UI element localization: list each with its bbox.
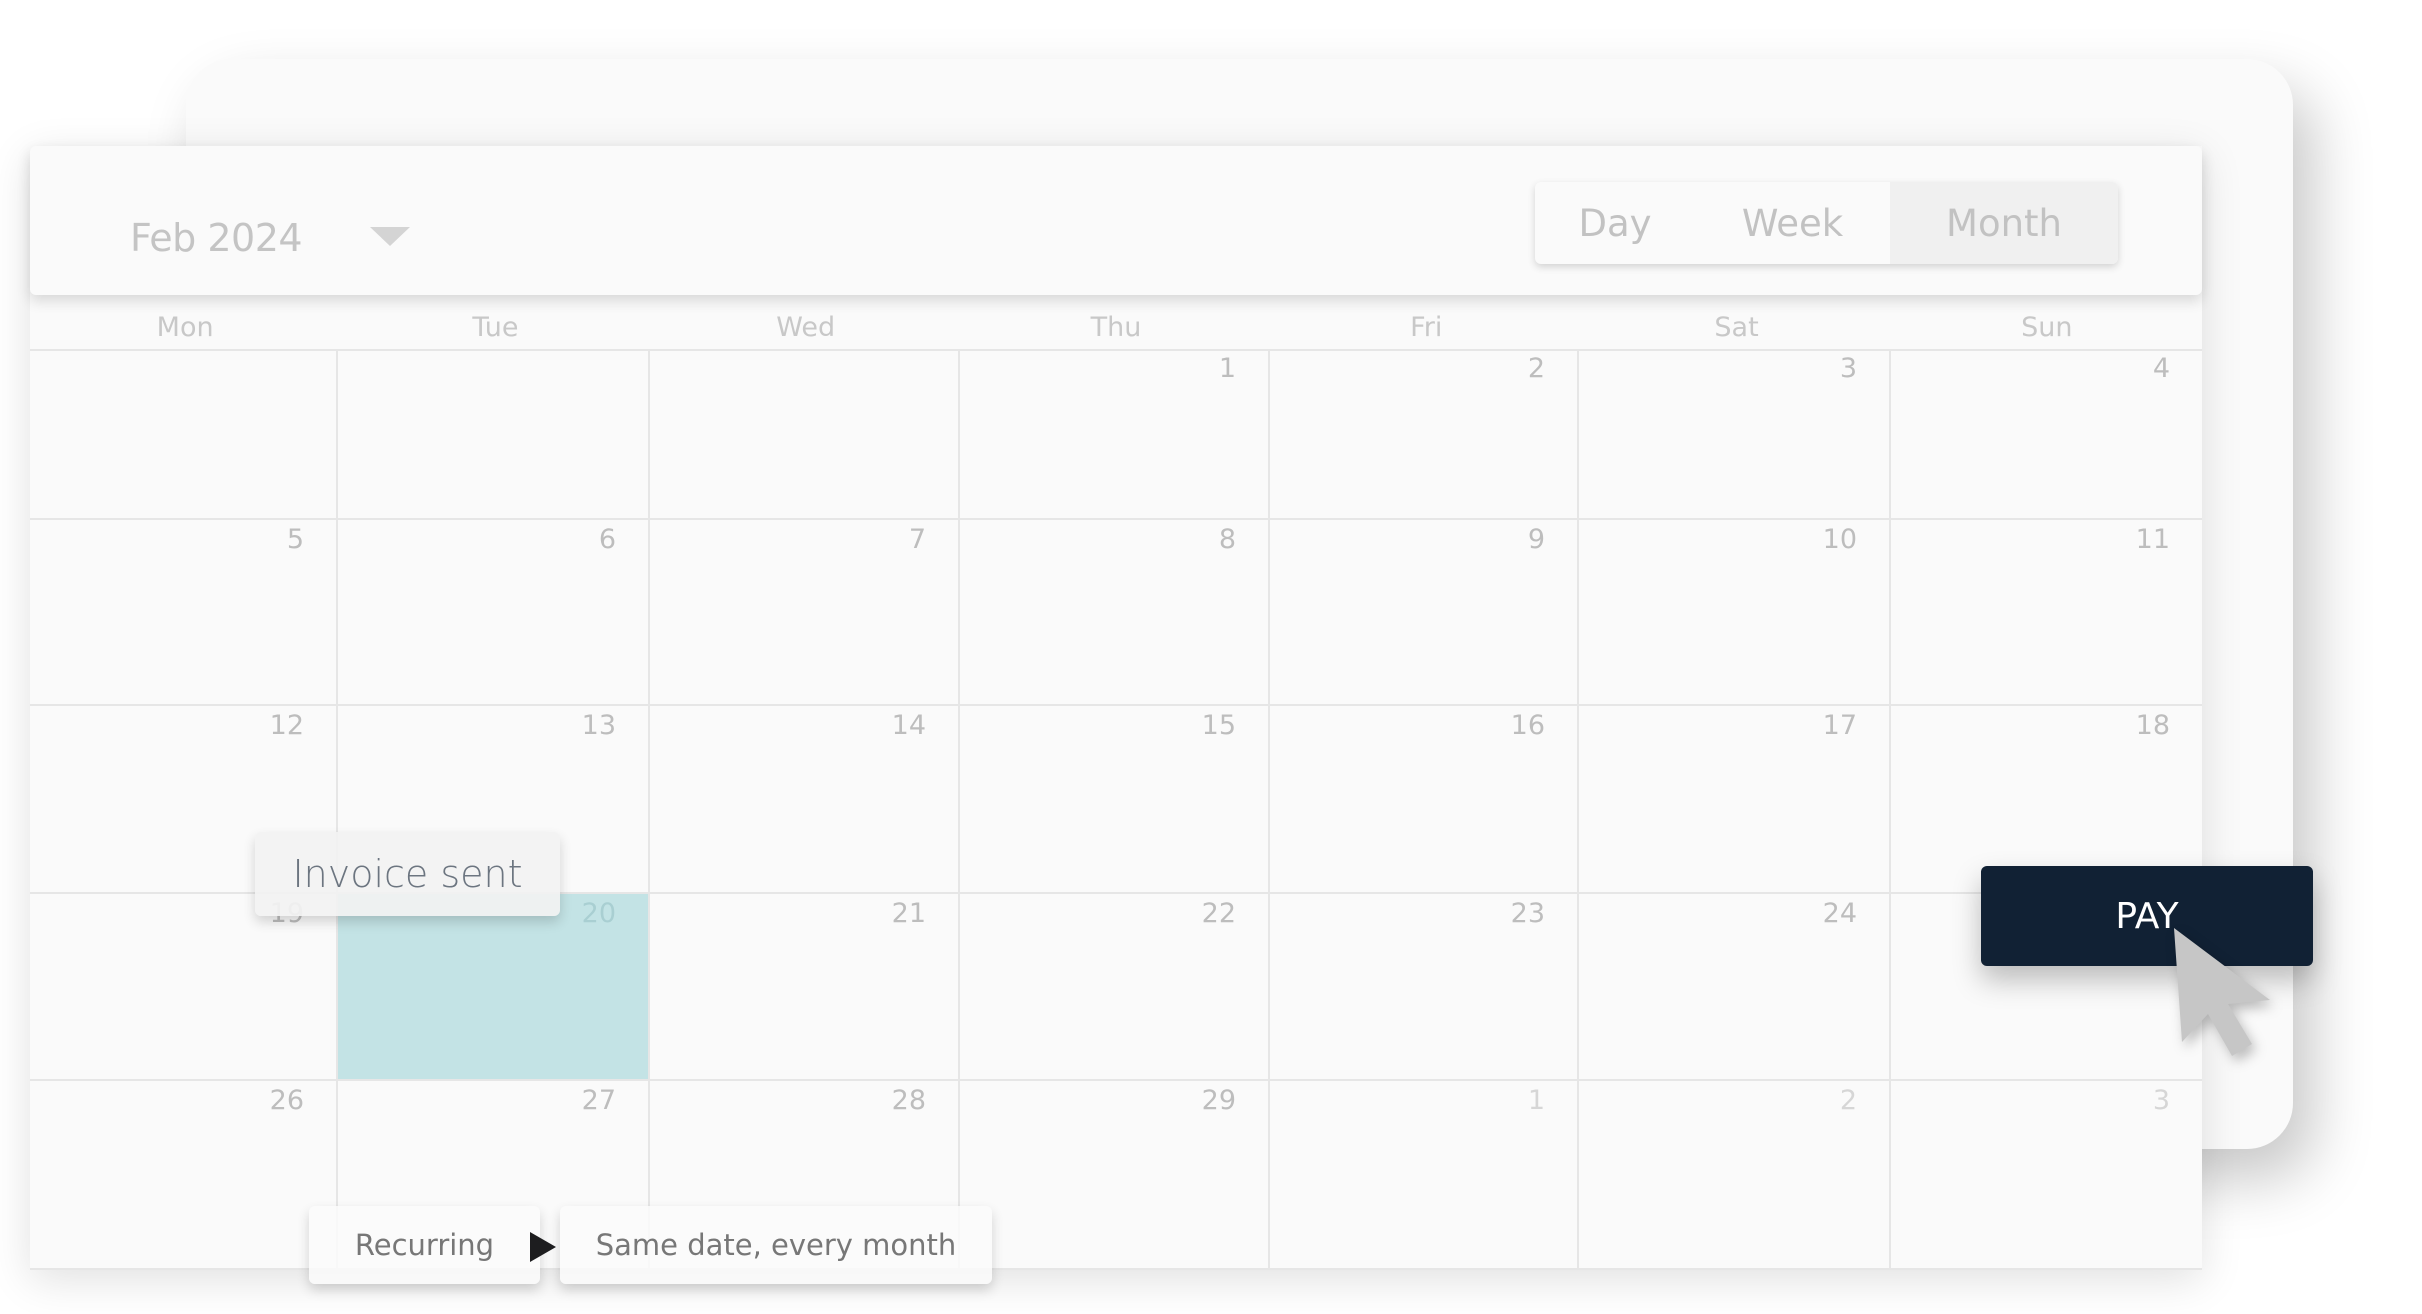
view-switcher: Day Week Month	[1535, 182, 2118, 264]
day-number: 3	[1839, 353, 1857, 384]
day-number: 23	[1510, 898, 1545, 929]
day-number: 9	[1527, 524, 1545, 555]
day-cell[interactable]: 4	[1891, 349, 2202, 520]
day-number: 10	[1822, 524, 1857, 555]
day-cell[interactable]: 3	[1579, 349, 1891, 520]
day-cell[interactable]	[338, 349, 650, 520]
day-cell-selected[interactable]: 20	[338, 894, 650, 1081]
day-number: 18	[2135, 710, 2170, 741]
day-number: 20	[581, 898, 616, 929]
weekday-fri: Fri	[1410, 312, 1443, 343]
day-number: 7	[908, 524, 926, 555]
invoice-sent-event[interactable]: Invoice sent	[255, 832, 560, 916]
day-cell[interactable]: 17	[1579, 706, 1891, 894]
day-number: 24	[1822, 898, 1857, 929]
day-cell[interactable]: 3	[1891, 1081, 2202, 1270]
day-number: 27	[581, 1085, 616, 1116]
month-picker[interactable]: Feb 2024	[130, 216, 411, 260]
day-cell[interactable]: 22	[960, 894, 1270, 1081]
day-number: 12	[269, 710, 304, 741]
day-cell[interactable]: 24	[1579, 894, 1891, 1081]
day-cell[interactable]	[30, 349, 338, 520]
mouse-cursor-icon	[2174, 928, 2270, 1056]
weekday-header: Mon Tue Wed Thu Fri Sat Sun	[30, 310, 2202, 351]
day-number: 11	[2135, 524, 2170, 555]
weekday-mon: Mon	[156, 312, 214, 343]
day-cell[interactable]	[650, 349, 960, 520]
day-cell[interactable]: 19	[30, 894, 338, 1081]
day-cell[interactable]: 29	[960, 1081, 1270, 1270]
day-cell[interactable]: 26	[30, 1081, 338, 1270]
day-number: 22	[1201, 898, 1236, 929]
calendar-card: Feb 2024 Day Week Month Mon Tue Wed Thu …	[30, 146, 2202, 1270]
calendar-header: Feb 2024 Day Week Month	[30, 146, 2202, 295]
view-month-button[interactable]: Month	[1890, 182, 2118, 264]
weekday-sun: Sun	[2021, 312, 2073, 343]
weekday-thu: Thu	[1090, 312, 1142, 343]
day-cell[interactable]: 2	[1579, 1081, 1891, 1270]
day-cell[interactable]: 14	[650, 706, 960, 894]
day-number: 6	[598, 524, 616, 555]
recurring-option-same-date[interactable]: Same date, every month	[560, 1206, 992, 1284]
day-number: 1	[1527, 1085, 1545, 1116]
day-cell[interactable]: 7	[650, 520, 960, 706]
day-number: 1	[1218, 353, 1236, 384]
day-cell[interactable]: 21	[650, 894, 960, 1081]
day-number: 14	[891, 710, 926, 741]
day-number: 2	[1527, 353, 1545, 384]
day-cell[interactable]: 8	[960, 520, 1270, 706]
day-cell[interactable]: 1	[1270, 1081, 1579, 1270]
weekday-wed: Wed	[776, 312, 836, 343]
day-cell[interactable]: 1	[960, 349, 1270, 520]
day-number: 13	[581, 710, 616, 741]
month-label: Feb 2024	[130, 216, 303, 260]
day-cell[interactable]: 5	[30, 520, 338, 706]
day-number: 26	[269, 1085, 304, 1116]
caret-down-icon[interactable]	[370, 226, 411, 246]
day-cell[interactable]: 16	[1270, 706, 1579, 894]
day-number: 4	[2152, 353, 2170, 384]
day-number: 29	[1201, 1085, 1236, 1116]
day-number: 17	[1822, 710, 1857, 741]
day-number: 2	[1839, 1085, 1857, 1116]
day-number: 28	[891, 1085, 926, 1116]
day-number: 16	[1510, 710, 1545, 741]
weekday-tue: Tue	[472, 312, 519, 343]
day-cell[interactable]: 2	[1270, 349, 1579, 520]
day-number: 15	[1201, 710, 1236, 741]
day-cell[interactable]: 10	[1579, 520, 1891, 706]
weekday-sat: Sat	[1714, 312, 1759, 343]
view-day-button[interactable]: Day	[1535, 182, 1695, 264]
day-number: 8	[1218, 524, 1236, 555]
recurring-menu-item[interactable]: Recurring	[309, 1206, 540, 1284]
day-cell[interactable]: 15	[960, 706, 1270, 894]
triangle-right-icon	[530, 1232, 556, 1262]
month-grid: 1234567891011121314151617181920212223242…	[30, 349, 2202, 1270]
day-number: 3	[2152, 1085, 2170, 1116]
day-cell[interactable]: 23	[1270, 894, 1579, 1081]
day-number: 21	[891, 898, 926, 929]
day-number: 5	[286, 524, 304, 555]
day-cell[interactable]: 9	[1270, 520, 1579, 706]
day-cell[interactable]: 11	[1891, 520, 2202, 706]
view-week-button[interactable]: Week	[1695, 182, 1890, 264]
day-cell[interactable]: 6	[338, 520, 650, 706]
